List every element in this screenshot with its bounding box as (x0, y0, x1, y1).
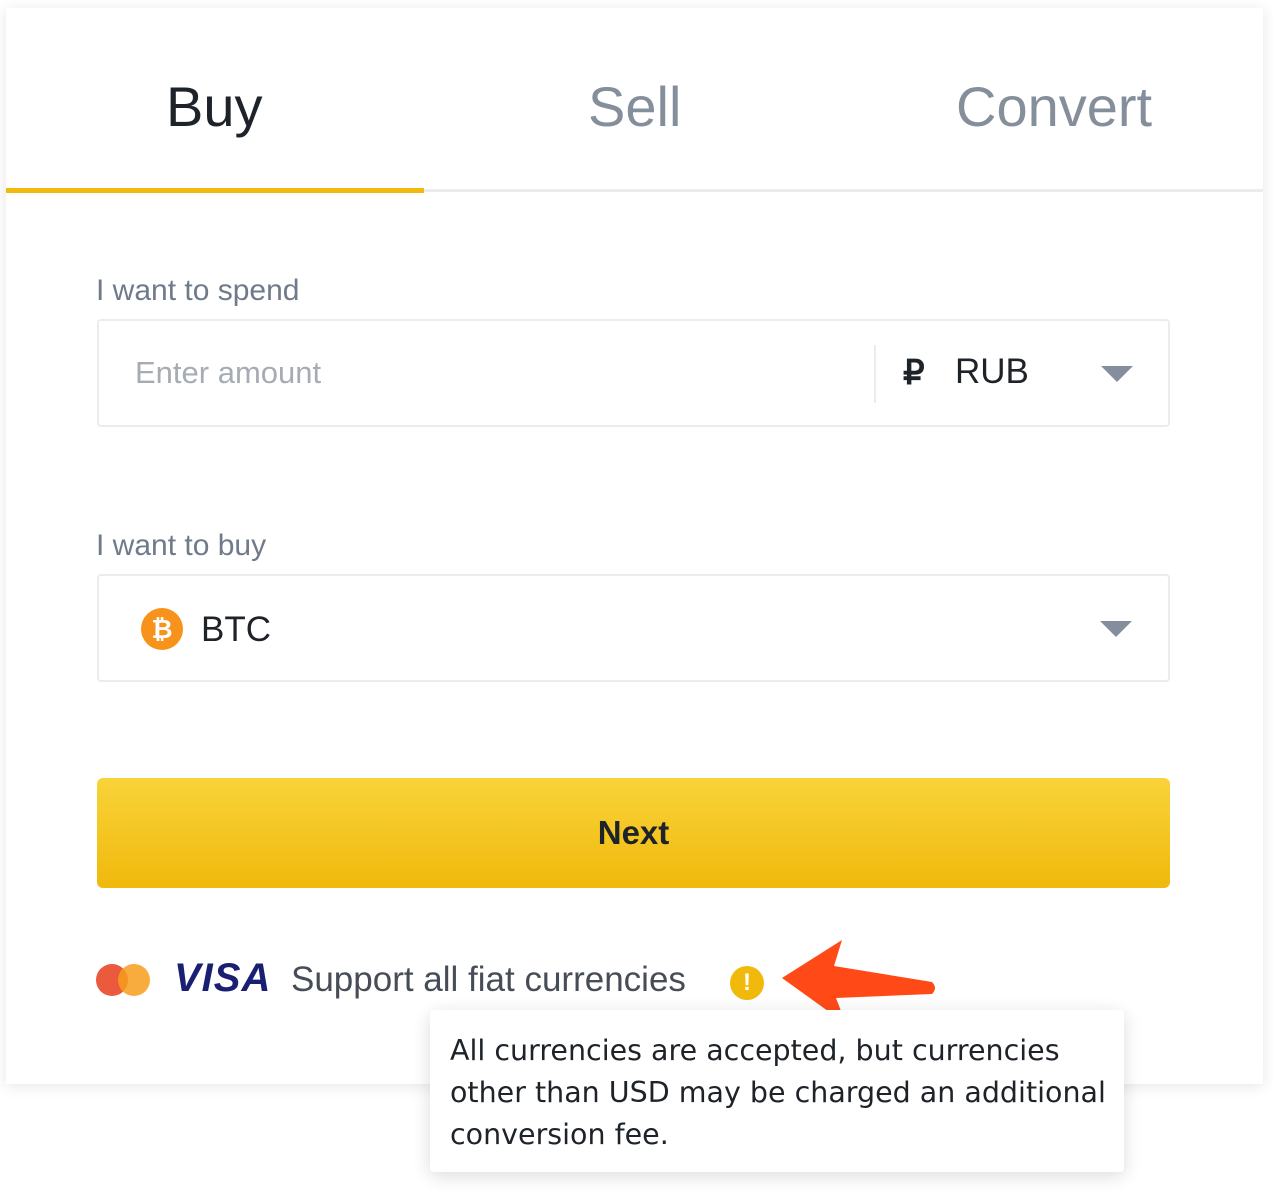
tab-buy[interactable]: Buy (166, 72, 263, 142)
buy-crypto-card: Buy Sell Convert I want to spend ₽ RUB I… (6, 8, 1263, 1084)
mastercard-icon (96, 964, 152, 996)
chevron-down-icon[interactable] (1101, 366, 1133, 382)
currency-select[interactable]: ₽ RUB (877, 321, 1169, 425)
asset-select[interactable]: ₿ BTC (99, 576, 1168, 680)
amount-input[interactable] (135, 347, 835, 399)
tooltip-line: other than USD may be charged an additio… (450, 1076, 1106, 1109)
active-tab-indicator (6, 188, 424, 193)
field-separator (874, 345, 876, 403)
tooltip-line: All currencies are accepted, but currenc… (450, 1034, 1060, 1067)
tab-sell[interactable]: Sell (588, 72, 681, 142)
visa-logo: VISA (174, 956, 272, 1000)
ruble-symbol: ₽ (903, 354, 925, 392)
tooltip-line: conversion fee. (450, 1118, 669, 1151)
payment-methods-row: VISA Support all fiat currencies ! (96, 948, 1096, 1008)
tab-bar: Buy Sell Convert (6, 8, 1263, 193)
bitcoin-icon: ₿ (141, 608, 183, 650)
buy-field: ₿ BTC (97, 574, 1170, 682)
spend-field: ₽ RUB (97, 319, 1170, 427)
page: Buy Sell Convert I want to spend ₽ RUB I… (0, 0, 1273, 1200)
spend-label: I want to spend (96, 274, 300, 307)
info-icon[interactable]: ! (730, 966, 764, 1000)
asset-code: BTC (201, 610, 271, 649)
support-text: Support all fiat currencies (291, 960, 686, 999)
chevron-down-icon[interactable] (1100, 621, 1132, 637)
currency-code: RUB (955, 352, 1029, 391)
next-button[interactable]: Next (97, 778, 1170, 888)
tab-convert[interactable]: Convert (956, 72, 1152, 142)
buy-label: I want to buy (96, 529, 267, 562)
fee-tooltip: All currencies are accepted, but currenc… (430, 1010, 1124, 1172)
